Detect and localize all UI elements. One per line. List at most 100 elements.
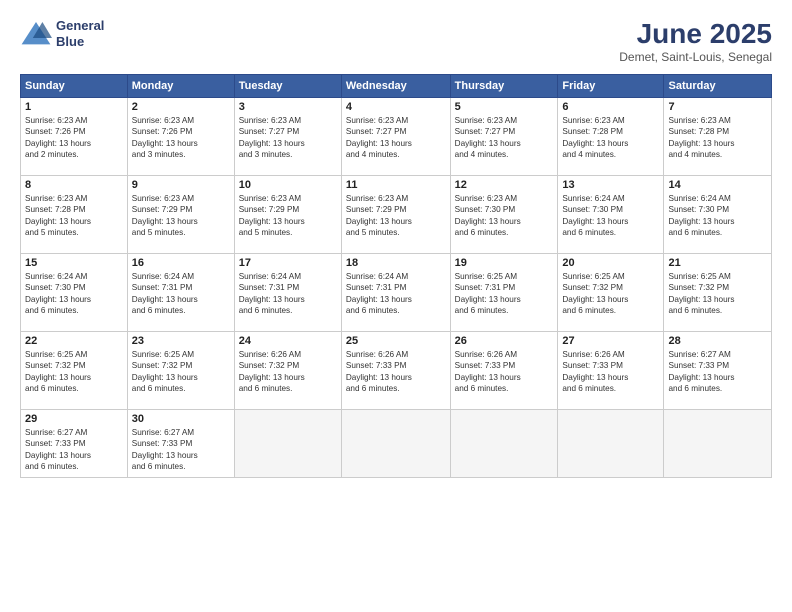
col-wednesday: Wednesday bbox=[341, 75, 450, 98]
calendar-cell: 26 Sunrise: 6:26 AM Sunset: 7:33 PM Dayli… bbox=[450, 332, 558, 410]
calendar-cell: 7Sunrise: 6:23 AM Sunset: 7:28 PM Daylig… bbox=[664, 98, 772, 176]
calendar-row: 8Sunrise: 6:23 AM Sunset: 7:28 PM Daylig… bbox=[21, 176, 772, 254]
calendar-cell: 23 Sunrise: 6:25 AM Sunset: 7:32 PM Dayli… bbox=[127, 332, 234, 410]
calendar-cell: 13 Sunrise: 6:24 AM Sunset: 7:30 PM Dayli… bbox=[558, 176, 664, 254]
day-info: Sunrise: 6:24 AM Sunset: 7:30 PM Dayligh… bbox=[668, 193, 767, 239]
calendar-row: 15 Sunrise: 6:24 AM Sunset: 7:30 PM Dayli… bbox=[21, 254, 772, 332]
calendar-cell: 10 Sunrise: 6:23 AM Sunset: 7:29 PM Dayli… bbox=[234, 176, 341, 254]
day-info: Sunrise: 6:27 AM Sunset: 7:33 PM Dayligh… bbox=[25, 427, 123, 473]
day-info: Sunrise: 6:26 AM Sunset: 7:33 PM Dayligh… bbox=[455, 349, 554, 395]
col-tuesday: Tuesday bbox=[234, 75, 341, 98]
day-info: Sunrise: 6:24 AM Sunset: 7:31 PM Dayligh… bbox=[132, 271, 230, 317]
day-number: 15 bbox=[25, 257, 123, 269]
calendar-cell bbox=[664, 410, 772, 478]
calendar-cell: 29 Sunrise: 6:27 AM Sunset: 7:33 PM Dayli… bbox=[21, 410, 128, 478]
calendar-cell: 20 Sunrise: 6:25 AM Sunset: 7:32 PM Dayli… bbox=[558, 254, 664, 332]
day-number: 10 bbox=[239, 179, 337, 191]
day-info: Sunrise: 6:23 AM Sunset: 7:27 PM Dayligh… bbox=[239, 115, 337, 161]
day-info: Sunrise: 6:27 AM Sunset: 7:33 PM Dayligh… bbox=[668, 349, 767, 395]
day-number: 3 bbox=[239, 101, 337, 113]
day-info: Sunrise: 6:23 AM Sunset: 7:29 PM Dayligh… bbox=[132, 193, 230, 239]
day-info: Sunrise: 6:26 AM Sunset: 7:33 PM Dayligh… bbox=[346, 349, 446, 395]
calendar-cell: 19 Sunrise: 6:25 AM Sunset: 7:31 PM Dayli… bbox=[450, 254, 558, 332]
day-number: 13 bbox=[562, 179, 659, 191]
calendar-cell bbox=[558, 410, 664, 478]
day-number: 29 bbox=[25, 413, 123, 425]
calendar-cell: 9 Sunrise: 6:23 AM Sunset: 7:29 PM Daylig… bbox=[127, 176, 234, 254]
day-info: Sunrise: 6:23 AM Sunset: 7:29 PM Dayligh… bbox=[239, 193, 337, 239]
day-number: 26 bbox=[455, 335, 554, 347]
day-number: 16 bbox=[132, 257, 230, 269]
day-number: 21 bbox=[668, 257, 767, 269]
calendar-cell: 24Sunrise: 6:26 AM Sunset: 7:32 PM Dayli… bbox=[234, 332, 341, 410]
day-info: Sunrise: 6:25 AM Sunset: 7:32 PM Dayligh… bbox=[668, 271, 767, 317]
day-info: Sunrise: 6:23 AM Sunset: 7:29 PM Dayligh… bbox=[346, 193, 446, 239]
day-number: 24 bbox=[239, 335, 337, 347]
logo-icon bbox=[20, 20, 52, 48]
day-number: 18 bbox=[346, 257, 446, 269]
day-number: 19 bbox=[455, 257, 554, 269]
calendar-cell: 11 Sunrise: 6:23 AM Sunset: 7:29 PM Dayli… bbox=[341, 176, 450, 254]
calendar-cell: 16 Sunrise: 6:24 AM Sunset: 7:31 PM Dayli… bbox=[127, 254, 234, 332]
calendar-cell: 2Sunrise: 6:23 AM Sunset: 7:26 PM Daylig… bbox=[127, 98, 234, 176]
logo: General Blue bbox=[20, 18, 104, 49]
day-info: Sunrise: 6:23 AM Sunset: 7:30 PM Dayligh… bbox=[455, 193, 554, 239]
logo-line1: General bbox=[56, 18, 104, 34]
day-number: 1 bbox=[25, 101, 123, 113]
day-number: 30 bbox=[132, 413, 230, 425]
day-number: 11 bbox=[346, 179, 446, 191]
day-info: Sunrise: 6:25 AM Sunset: 7:31 PM Dayligh… bbox=[455, 271, 554, 317]
calendar-header-row: Sunday Monday Tuesday Wednesday Thursday… bbox=[21, 75, 772, 98]
calendar-cell: 5Sunrise: 6:23 AM Sunset: 7:27 PM Daylig… bbox=[450, 98, 558, 176]
calendar-cell: 14Sunrise: 6:24 AM Sunset: 7:30 PM Dayli… bbox=[664, 176, 772, 254]
calendar-cell bbox=[341, 410, 450, 478]
day-info: Sunrise: 6:23 AM Sunset: 7:28 PM Dayligh… bbox=[668, 115, 767, 161]
calendar-cell bbox=[450, 410, 558, 478]
day-info: Sunrise: 6:23 AM Sunset: 7:28 PM Dayligh… bbox=[25, 193, 123, 239]
day-info: Sunrise: 6:25 AM Sunset: 7:32 PM Dayligh… bbox=[25, 349, 123, 395]
calendar-cell: 28 Sunrise: 6:27 AM Sunset: 7:33 PM Dayli… bbox=[664, 332, 772, 410]
day-info: Sunrise: 6:25 AM Sunset: 7:32 PM Dayligh… bbox=[132, 349, 230, 395]
day-number: 9 bbox=[132, 179, 230, 191]
day-number: 17 bbox=[239, 257, 337, 269]
calendar-cell: 25 Sunrise: 6:26 AM Sunset: 7:33 PM Dayli… bbox=[341, 332, 450, 410]
logo-text: General Blue bbox=[56, 18, 104, 49]
calendar-cell: 30 Sunrise: 6:27 AM Sunset: 7:33 PM Dayli… bbox=[127, 410, 234, 478]
day-info: Sunrise: 6:25 AM Sunset: 7:32 PM Dayligh… bbox=[562, 271, 659, 317]
day-number: 12 bbox=[455, 179, 554, 191]
calendar-cell: 15 Sunrise: 6:24 AM Sunset: 7:30 PM Dayli… bbox=[21, 254, 128, 332]
page: General Blue June 2025 Demet, Saint-Loui… bbox=[0, 0, 792, 612]
calendar-row: 1 Sunrise: 6:23 AM Sunset: 7:26 PM Daylig… bbox=[21, 98, 772, 176]
calendar-cell: 17 Sunrise: 6:24 AM Sunset: 7:31 PM Dayli… bbox=[234, 254, 341, 332]
calendar-row: 22 Sunrise: 6:25 AM Sunset: 7:32 PM Dayli… bbox=[21, 332, 772, 410]
month-title: June 2025 bbox=[619, 18, 772, 50]
header: General Blue June 2025 Demet, Saint-Loui… bbox=[20, 18, 772, 64]
day-info: Sunrise: 6:23 AM Sunset: 7:27 PM Dayligh… bbox=[346, 115, 446, 161]
day-info: Sunrise: 6:23 AM Sunset: 7:27 PM Dayligh… bbox=[455, 115, 554, 161]
day-info: Sunrise: 6:24 AM Sunset: 7:30 PM Dayligh… bbox=[25, 271, 123, 317]
day-number: 25 bbox=[346, 335, 446, 347]
day-info: Sunrise: 6:23 AM Sunset: 7:28 PM Dayligh… bbox=[562, 115, 659, 161]
day-number: 22 bbox=[25, 335, 123, 347]
day-info: Sunrise: 6:24 AM Sunset: 7:30 PM Dayligh… bbox=[562, 193, 659, 239]
calendar-cell: 4Sunrise: 6:23 AM Sunset: 7:27 PM Daylig… bbox=[341, 98, 450, 176]
calendar-cell: 6Sunrise: 6:23 AM Sunset: 7:28 PM Daylig… bbox=[558, 98, 664, 176]
col-sunday: Sunday bbox=[21, 75, 128, 98]
day-number: 23 bbox=[132, 335, 230, 347]
day-number: 27 bbox=[562, 335, 659, 347]
calendar-cell: 12 Sunrise: 6:23 AM Sunset: 7:30 PM Dayli… bbox=[450, 176, 558, 254]
calendar-cell: 22 Sunrise: 6:25 AM Sunset: 7:32 PM Dayli… bbox=[21, 332, 128, 410]
calendar-cell: 21 Sunrise: 6:25 AM Sunset: 7:32 PM Dayli… bbox=[664, 254, 772, 332]
calendar-cell: 3 Sunrise: 6:23 AM Sunset: 7:27 PM Daylig… bbox=[234, 98, 341, 176]
day-info: Sunrise: 6:23 AM Sunset: 7:26 PM Dayligh… bbox=[132, 115, 230, 161]
col-thursday: Thursday bbox=[450, 75, 558, 98]
day-number: 28 bbox=[668, 335, 767, 347]
title-block: June 2025 Demet, Saint-Louis, Senegal bbox=[619, 18, 772, 64]
day-info: Sunrise: 6:27 AM Sunset: 7:33 PM Dayligh… bbox=[132, 427, 230, 473]
day-info: Sunrise: 6:24 AM Sunset: 7:31 PM Dayligh… bbox=[239, 271, 337, 317]
logo-line2: Blue bbox=[56, 34, 104, 50]
day-info: Sunrise: 6:23 AM Sunset: 7:26 PM Dayligh… bbox=[25, 115, 123, 161]
day-number: 20 bbox=[562, 257, 659, 269]
calendar-row: 29 Sunrise: 6:27 AM Sunset: 7:33 PM Dayli… bbox=[21, 410, 772, 478]
day-info: Sunrise: 6:24 AM Sunset: 7:31 PM Dayligh… bbox=[346, 271, 446, 317]
